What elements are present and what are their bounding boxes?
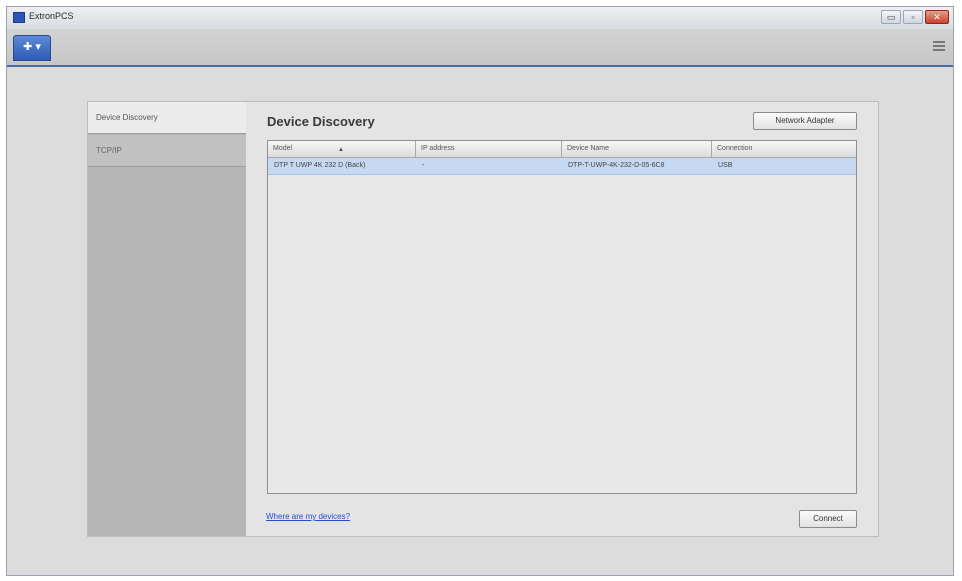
- close-button[interactable]: ✕: [925, 10, 949, 24]
- title-bar: ExtronPCS ▭ ▫ ✕: [7, 7, 953, 30]
- cell-connection: USB: [718, 162, 733, 169]
- sidebar-item-device-discovery[interactable]: Device Discovery: [88, 102, 246, 134]
- hamburger-menu-icon[interactable]: [933, 41, 945, 51]
- column-header-device-name[interactable]: Device Name: [562, 141, 712, 157]
- add-menu-button[interactable]: ✚ ▾: [13, 35, 51, 61]
- column-header-connection[interactable]: Connection: [712, 141, 856, 157]
- sidebar-item-label: TCP/IP: [96, 146, 122, 155]
- cell-device-name: DTP-T-UWP-4K-232-D-05-6C8: [568, 162, 665, 169]
- column-header-ip-address[interactable]: IP address: [416, 141, 562, 157]
- table-row[interactable]: DTP T UWP 4K 232 D (Back) - DTP-T-UWP-4K…: [268, 158, 856, 175]
- add-menu-icon: ✚ ▾: [23, 41, 41, 53]
- connect-button[interactable]: Connect: [799, 510, 857, 528]
- page-title: Device Discovery: [267, 114, 375, 129]
- main-content: Device Discovery Network Adapter Model ▲…: [246, 102, 878, 536]
- column-header-model[interactable]: Model ▲: [268, 141, 416, 157]
- sort-ascending-icon: ▲: [338, 147, 344, 153]
- table-header: Model ▲ IP address Device Name Connectio…: [268, 141, 856, 158]
- cell-model: DTP T UWP 4K 232 D (Back): [274, 162, 366, 169]
- restore-button[interactable]: ▫: [903, 10, 923, 24]
- sidebar: Device Discovery TCP/IP: [88, 102, 246, 536]
- sidebar-item-tcpip[interactable]: TCP/IP: [88, 135, 246, 167]
- toolbar: ✚ ▾: [7, 29, 953, 67]
- sidebar-item-label: Device Discovery: [96, 113, 158, 122]
- device-table: Model ▲ IP address Device Name Connectio…: [267, 140, 857, 494]
- app-window: ExtronPCS ▭ ▫ ✕ ✚ ▾ Device Discovery TCP…: [6, 6, 954, 576]
- device-discovery-panel: Device Discovery TCP/IP Device Discovery…: [87, 101, 879, 537]
- minimize-button[interactable]: ▭: [881, 10, 901, 24]
- cell-ip-address: -: [422, 162, 425, 169]
- network-adapter-button[interactable]: Network Adapter: [753, 112, 857, 130]
- where-are-my-devices-link[interactable]: Where are my devices?: [266, 512, 350, 521]
- app-icon: [13, 12, 25, 23]
- window-title: ExtronPCS: [29, 11, 74, 21]
